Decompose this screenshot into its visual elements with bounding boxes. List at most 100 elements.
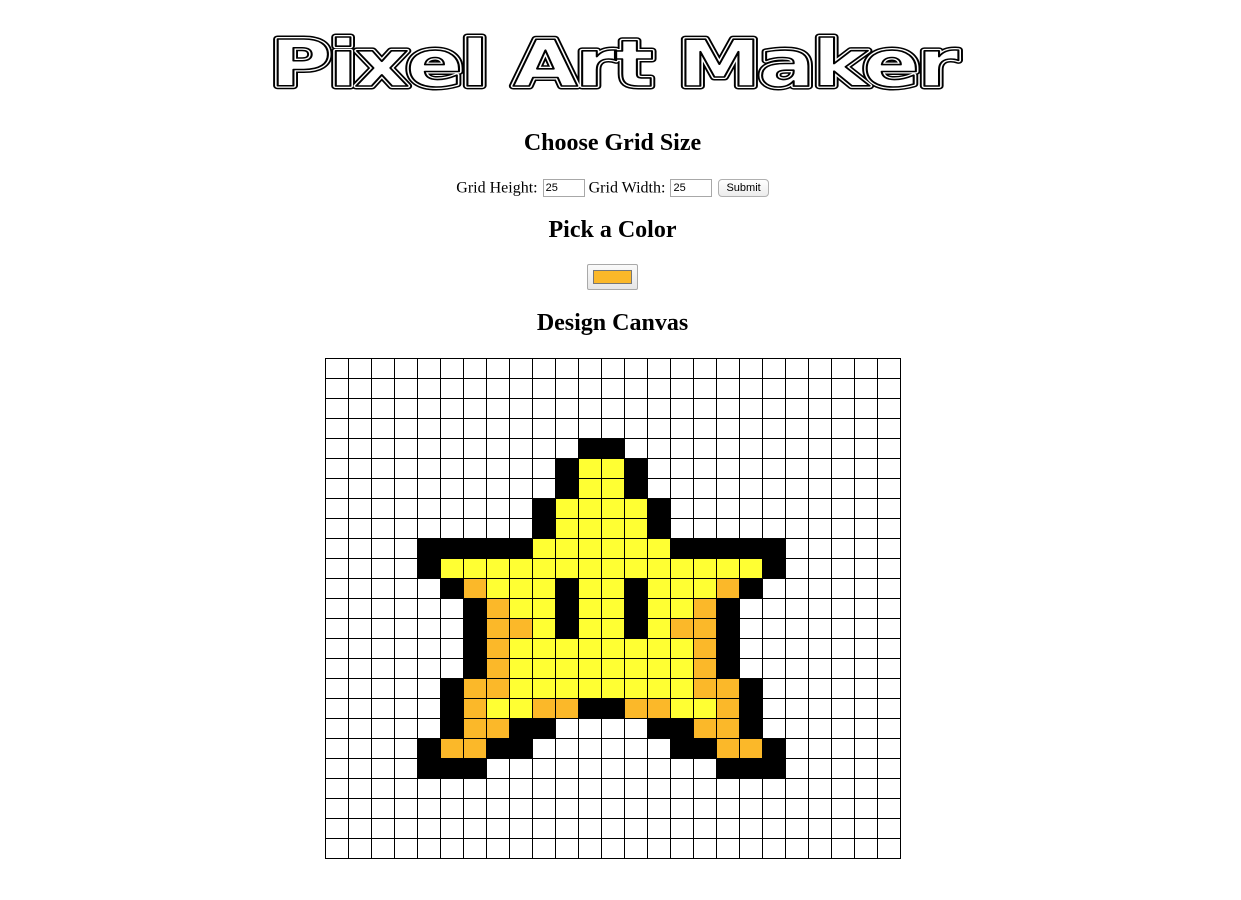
grid-cell[interactable] — [624, 698, 648, 719]
grid-cell[interactable] — [785, 398, 809, 419]
grid-cell[interactable] — [486, 438, 510, 459]
grid-cell[interactable] — [693, 518, 717, 539]
grid-cell[interactable] — [831, 678, 855, 699]
grid-cell[interactable] — [509, 758, 533, 779]
grid-cell[interactable] — [647, 758, 671, 779]
grid-cell[interactable] — [417, 678, 441, 699]
grid-cell[interactable] — [394, 658, 418, 679]
grid-cell[interactable] — [877, 658, 901, 679]
grid-cell[interactable] — [394, 598, 418, 619]
grid-cell[interactable] — [762, 698, 786, 719]
grid-cell[interactable] — [486, 798, 510, 819]
grid-cell[interactable] — [555, 698, 579, 719]
grid-cell[interactable] — [486, 358, 510, 379]
grid-cell[interactable] — [601, 378, 625, 399]
grid-cell[interactable] — [670, 818, 694, 839]
grid-cell[interactable] — [854, 458, 878, 479]
grid-cell[interactable] — [647, 678, 671, 699]
grid-cell[interactable] — [670, 678, 694, 699]
grid-cell[interactable] — [509, 598, 533, 619]
grid-cell[interactable] — [785, 658, 809, 679]
grid-cell[interactable] — [877, 538, 901, 559]
grid-cell[interactable] — [555, 598, 579, 619]
grid-cell[interactable] — [509, 778, 533, 799]
grid-cell[interactable] — [762, 418, 786, 439]
grid-cell[interactable] — [440, 738, 464, 759]
grid-cell[interactable] — [716, 418, 740, 439]
grid-cell[interactable] — [647, 598, 671, 619]
grid-cell[interactable] — [647, 558, 671, 579]
grid-cell[interactable] — [509, 638, 533, 659]
grid-cell[interactable] — [693, 658, 717, 679]
grid-cell[interactable] — [463, 798, 487, 819]
grid-cell[interactable] — [716, 638, 740, 659]
grid-cell[interactable] — [417, 778, 441, 799]
grid-cell[interactable] — [532, 698, 556, 719]
grid-cell[interactable] — [601, 838, 625, 859]
grid-cell[interactable] — [601, 418, 625, 439]
grid-cell[interactable] — [578, 698, 602, 719]
grid-cell[interactable] — [877, 698, 901, 719]
grid-cell[interactable] — [716, 518, 740, 539]
grid-cell[interactable] — [463, 838, 487, 859]
grid-cell[interactable] — [532, 818, 556, 839]
grid-cell[interactable] — [739, 838, 763, 859]
grid-cell[interactable] — [693, 618, 717, 639]
grid-cell[interactable] — [463, 758, 487, 779]
grid-cell[interactable] — [348, 378, 372, 399]
grid-cell[interactable] — [578, 578, 602, 599]
grid-cell[interactable] — [624, 658, 648, 679]
grid-cell[interactable] — [348, 778, 372, 799]
grid-cell[interactable] — [417, 498, 441, 519]
grid-cell[interactable] — [831, 638, 855, 659]
grid-cell[interactable] — [693, 738, 717, 759]
grid-cell[interactable] — [785, 758, 809, 779]
grid-cell[interactable] — [785, 538, 809, 559]
grid-cell[interactable] — [670, 558, 694, 579]
grid-cell[interactable] — [854, 518, 878, 539]
grid-cell[interactable] — [624, 738, 648, 759]
grid-cell[interactable] — [854, 378, 878, 399]
grid-cell[interactable] — [555, 638, 579, 659]
grid-cell[interactable] — [371, 798, 395, 819]
grid-cell[interactable] — [486, 398, 510, 419]
grid-cell[interactable] — [348, 538, 372, 559]
grid-cell[interactable] — [325, 458, 349, 479]
grid-cell[interactable] — [808, 418, 832, 439]
grid-cell[interactable] — [670, 578, 694, 599]
grid-cell[interactable] — [463, 438, 487, 459]
grid-cell[interactable] — [831, 358, 855, 379]
grid-cell[interactable] — [578, 778, 602, 799]
grid-cell[interactable] — [371, 578, 395, 599]
grid-cell[interactable] — [831, 458, 855, 479]
grid-cell[interactable] — [417, 698, 441, 719]
grid-cell[interactable] — [739, 458, 763, 479]
grid-cell[interactable] — [601, 358, 625, 379]
grid-cell[interactable] — [348, 438, 372, 459]
grid-cell[interactable] — [647, 418, 671, 439]
grid-cell[interactable] — [555, 738, 579, 759]
grid-cell[interactable] — [348, 618, 372, 639]
grid-cell[interactable] — [739, 558, 763, 579]
grid-cell[interactable] — [693, 478, 717, 499]
grid-cell[interactable] — [762, 458, 786, 479]
grid-cell[interactable] — [647, 458, 671, 479]
grid-cell[interactable] — [831, 478, 855, 499]
grid-cell[interactable] — [440, 838, 464, 859]
grid-cell[interactable] — [739, 398, 763, 419]
grid-cell[interactable] — [877, 738, 901, 759]
grid-cell[interactable] — [831, 718, 855, 739]
grid-cell[interactable] — [808, 398, 832, 419]
grid-cell[interactable] — [831, 818, 855, 839]
grid-cell[interactable] — [509, 398, 533, 419]
grid-cell[interactable] — [440, 458, 464, 479]
grid-cell[interactable] — [785, 578, 809, 599]
grid-cell[interactable] — [785, 518, 809, 539]
grid-cell[interactable] — [624, 458, 648, 479]
grid-cell[interactable] — [670, 358, 694, 379]
grid-cell[interactable] — [601, 438, 625, 459]
grid-cell[interactable] — [325, 398, 349, 419]
grid-cell[interactable] — [394, 478, 418, 499]
grid-cell[interactable] — [647, 738, 671, 759]
grid-cell[interactable] — [325, 698, 349, 719]
